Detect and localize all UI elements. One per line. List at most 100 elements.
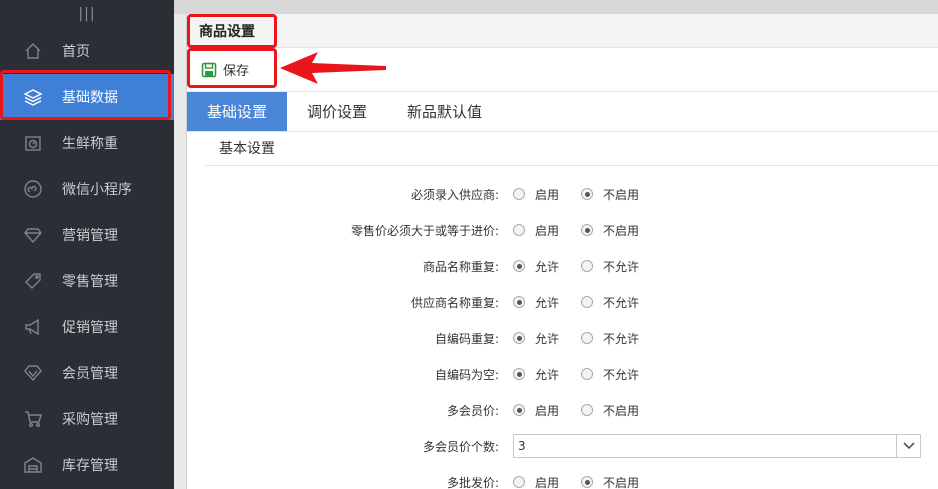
setting-label: 多会员价个数:	[422, 439, 499, 454]
radio-dot	[581, 260, 594, 272]
radio-enable[interactable]: 启用	[513, 186, 559, 203]
sidebar-item-inventory[interactable]: 库存管理	[0, 442, 174, 488]
radio-allow[interactable]: 允许	[513, 330, 559, 347]
radio-disable[interactable]: 不启用	[581, 222, 639, 239]
radio-enable[interactable]: 启用	[513, 402, 559, 419]
radio-dot	[581, 224, 594, 236]
radio-label: 不允许	[603, 331, 640, 346]
radio-label: 启用	[535, 223, 560, 238]
radio-label: 启用	[535, 475, 560, 489]
sidebar-item-label: 生鲜称重	[62, 136, 118, 152]
radio-label: 启用	[535, 403, 560, 418]
sidebar-item-mini-program[interactable]: 微信小程序	[0, 166, 174, 212]
tag-icon	[22, 270, 44, 292]
sidebar-item-base-data[interactable]: 基础数据	[0, 74, 174, 120]
sidebar-item-label: 促销管理	[62, 320, 118, 336]
sidebar: ||| 首页 基础数据 生鲜称重 微信小程序 营销管理 零售管理 促销管理 会员…	[0, 0, 174, 489]
setting-label: 多批发价:	[446, 475, 499, 489]
sidebar-item-label: 首页	[62, 44, 90, 60]
setting-row-empty-code: 自编码为空: 允许 不允许	[187, 356, 938, 392]
radio-label: 允许	[535, 259, 560, 274]
setting-row-duplicate-name: 商品名称重复: 允许 不允许	[187, 248, 938, 284]
radio-dot	[581, 476, 594, 488]
radio-label: 允许	[535, 367, 560, 382]
sidebar-item-marketing[interactable]: 营销管理	[0, 212, 174, 258]
save-label: 保存	[223, 64, 250, 79]
radio-disallow[interactable]: 不允许	[581, 294, 639, 311]
radio-allow[interactable]: 允许	[513, 366, 559, 383]
tab-price-adjust-settings[interactable]: 调价设置	[287, 92, 387, 131]
tab-basic-settings[interactable]: 基础设置	[187, 92, 288, 131]
radio-disallow[interactable]: 不允许	[581, 330, 639, 347]
setting-row-require-supplier: 必须录入供应商: 启用 不启用	[187, 176, 938, 212]
sidebar-item-members[interactable]: 会员管理	[0, 350, 174, 396]
radio-dot	[513, 476, 525, 488]
radio-dot	[513, 368, 525, 380]
megaphone-icon	[22, 316, 44, 338]
radio-dot	[513, 224, 525, 236]
radio-disallow[interactable]: 不允许	[581, 366, 639, 383]
member-price-count-select[interactable]: 3	[513, 434, 921, 458]
radio-disable[interactable]: 不启用	[581, 186, 639, 203]
setting-row-multi-wholesale: 多批发价: 启用 不启用	[187, 464, 938, 489]
sidebar-item-home[interactable]: 首页	[0, 28, 174, 74]
radio-disable[interactable]: 不启用	[581, 402, 639, 419]
radio-dot	[513, 260, 525, 272]
layers-icon	[22, 86, 44, 108]
save-icon	[201, 62, 217, 77]
select-value: 3	[518, 439, 526, 453]
sidebar-item-label: 会员管理	[62, 366, 118, 382]
setting-label: 自编码为空:	[434, 367, 499, 382]
settings-form: 必须录入供应商: 启用 不启用 零售价必须大于或等于进价: 启用 不启用 商品名…	[187, 166, 938, 489]
radio-dot	[581, 188, 594, 200]
radio-allow[interactable]: 允许	[513, 294, 559, 311]
save-button[interactable]: 保存	[201, 60, 249, 79]
mini-program-icon	[22, 178, 44, 200]
radio-allow[interactable]: 允许	[513, 258, 559, 275]
radio-label: 不启用	[603, 475, 640, 489]
warehouse-icon	[22, 454, 44, 476]
sidebar-item-fresh-weighing[interactable]: 生鲜称重	[0, 120, 174, 166]
cart-icon	[22, 408, 44, 430]
radio-label: 不启用	[603, 403, 640, 418]
radio-dot	[513, 296, 525, 308]
sidebar-item-purchasing[interactable]: 采购管理	[0, 396, 174, 442]
radio-label: 允许	[535, 295, 560, 310]
setting-label: 多会员价:	[446, 403, 499, 418]
setting-label: 零售价必须大于或等于进价:	[350, 223, 499, 238]
setting-label: 商品名称重复:	[422, 259, 499, 274]
tab-new-product-defaults[interactable]: 新品默认值	[387, 92, 502, 131]
sidebar-collapse-handle[interactable]: |||	[0, 0, 174, 28]
radio-dot	[581, 332, 594, 344]
radio-label: 启用	[535, 187, 560, 202]
chevron-down-icon[interactable]	[896, 435, 920, 457]
radio-dot	[581, 296, 594, 308]
radio-enable[interactable]: 启用	[513, 474, 559, 489]
radio-label: 不允许	[603, 259, 640, 274]
radio-enable[interactable]: 启用	[513, 222, 559, 239]
radio-dot	[513, 188, 525, 200]
radio-label: 允许	[535, 331, 560, 346]
radio-label: 不启用	[603, 223, 640, 238]
sidebar-item-label: 营销管理	[62, 228, 118, 244]
sidebar-item-label: 库存管理	[62, 458, 118, 474]
radio-dot	[581, 368, 594, 380]
radio-dot	[581, 404, 594, 416]
setting-row-multi-member-price: 多会员价: 启用 不启用	[187, 392, 938, 428]
sidebar-item-retail[interactable]: 零售管理	[0, 258, 174, 304]
setting-row-duplicate-supplier: 供应商名称重复: 允许 不允许	[187, 284, 938, 320]
setting-row-retail-ge-cost: 零售价必须大于或等于进价: 启用 不启用	[187, 212, 938, 248]
radio-label: 不允许	[603, 295, 640, 310]
gem-icon	[22, 362, 44, 384]
setting-row-member-price-count: 多会员价个数: 3	[187, 428, 938, 464]
radio-dot	[513, 332, 525, 344]
radio-dot	[513, 404, 525, 416]
section-title: 基本设置	[205, 132, 938, 166]
sidebar-item-label: 微信小程序	[62, 182, 132, 198]
setting-row-duplicate-code: 自编码重复: 允许 不允许	[187, 320, 938, 356]
radio-disallow[interactable]: 不允许	[581, 258, 639, 275]
diamond-icon	[22, 224, 44, 246]
radio-disable[interactable]: 不启用	[581, 474, 639, 489]
sidebar-item-promotion[interactable]: 促销管理	[0, 304, 174, 350]
home-icon	[22, 40, 44, 62]
